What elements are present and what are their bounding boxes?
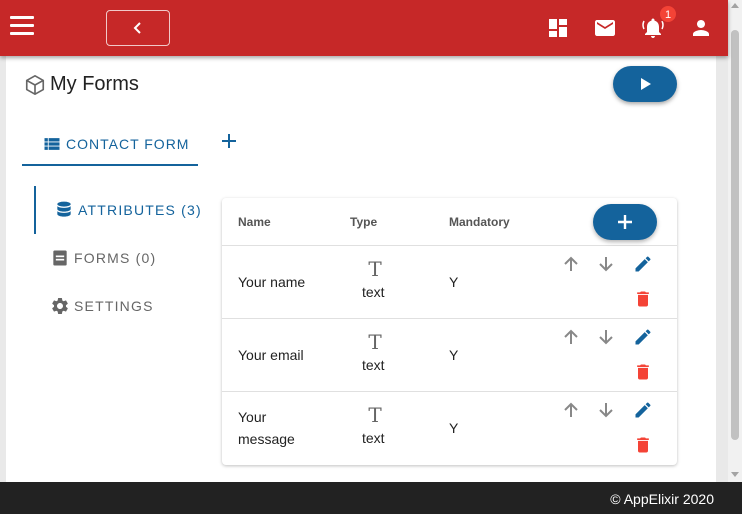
delete-button[interactable] bbox=[631, 360, 655, 384]
text-type-icon: T bbox=[368, 330, 382, 354]
edit-button[interactable] bbox=[631, 252, 655, 276]
side-item-attributes[interactable]: ATTRIBUTES (3) bbox=[34, 186, 204, 234]
cube-icon bbox=[25, 74, 45, 95]
table-header: Name Type Mandatory bbox=[222, 198, 677, 246]
menu-icon[interactable] bbox=[10, 16, 34, 38]
arrow-down-icon bbox=[599, 403, 613, 418]
attribute-name: Your name bbox=[238, 274, 306, 290]
form-icon bbox=[53, 250, 67, 266]
delete-icon bbox=[637, 291, 649, 307]
add-tab-button[interactable] bbox=[218, 130, 240, 152]
attributes-table: Name Type Mandatory Your name T text Y Y… bbox=[222, 198, 677, 465]
attribute-mandatory: Y bbox=[449, 347, 459, 363]
attribute-name: Your message bbox=[238, 409, 295, 447]
arrow-down-icon bbox=[599, 330, 613, 345]
side-item-forms[interactable]: FORMS (0) bbox=[34, 234, 204, 282]
attribute-type: text bbox=[362, 357, 385, 373]
plus-icon bbox=[618, 215, 632, 229]
move-up-button[interactable] bbox=[559, 252, 583, 276]
table-row: Your name T text Y bbox=[222, 246, 677, 319]
tab-contact-form[interactable]: CONTACT FORM bbox=[22, 124, 198, 166]
table-row: Your email T text Y bbox=[222, 319, 677, 392]
edit-icon bbox=[635, 329, 651, 345]
database-icon bbox=[57, 201, 71, 217]
app-bar: 1 bbox=[0, 0, 728, 56]
edit-button[interactable] bbox=[631, 398, 655, 422]
dashboard-icon[interactable] bbox=[546, 16, 570, 40]
mail-icon[interactable] bbox=[593, 16, 617, 40]
move-down-button[interactable] bbox=[594, 252, 618, 276]
edit-icon bbox=[635, 402, 651, 418]
page-scrollbar[interactable] bbox=[728, 0, 742, 482]
arrow-up-icon bbox=[564, 256, 578, 271]
delete-icon bbox=[637, 364, 649, 380]
delete-button[interactable] bbox=[631, 433, 655, 457]
table-row: Your message T text Y bbox=[222, 392, 677, 465]
tab-label: CONTACT FORM bbox=[66, 136, 190, 152]
list-icon bbox=[44, 138, 60, 150]
plus-icon bbox=[222, 134, 236, 148]
play-icon bbox=[641, 78, 651, 90]
side-item-settings[interactable]: SETTINGS bbox=[34, 282, 204, 330]
attribute-mandatory: Y bbox=[449, 420, 459, 436]
attribute-mandatory: Y bbox=[449, 274, 459, 290]
person-icon[interactable] bbox=[689, 16, 713, 40]
text-type-icon: T bbox=[368, 257, 382, 281]
side-item-label: FORMS (0) bbox=[74, 250, 157, 266]
page-title: My Forms bbox=[50, 73, 139, 95]
copyright-text: © AppElixir 2020 bbox=[610, 491, 714, 507]
side-item-label: ATTRIBUTES (3) bbox=[78, 202, 202, 218]
edit-button[interactable] bbox=[631, 325, 655, 349]
page-header: My Forms bbox=[24, 73, 139, 96]
arrow-up-icon bbox=[564, 329, 578, 344]
attribute-type: text bbox=[362, 430, 385, 446]
add-attribute-button[interactable] bbox=[593, 204, 657, 240]
footer: © AppElixir 2020 bbox=[0, 482, 742, 514]
arrow-up-icon bbox=[564, 402, 578, 417]
move-down-button[interactable] bbox=[594, 398, 618, 422]
attribute-type: text bbox=[362, 284, 385, 300]
run-button[interactable] bbox=[613, 66, 677, 102]
move-up-button[interactable] bbox=[559, 325, 583, 349]
notification-badge: 1 bbox=[659, 5, 677, 23]
attribute-name: Your email bbox=[238, 347, 304, 363]
scroll-down-icon[interactable] bbox=[731, 472, 739, 477]
arrow-down-icon bbox=[599, 257, 613, 272]
gear-icon bbox=[52, 297, 68, 314]
delete-icon bbox=[637, 437, 649, 453]
scroll-up-icon[interactable] bbox=[731, 3, 739, 8]
column-header-type: Type bbox=[350, 215, 378, 229]
edit-icon bbox=[635, 256, 651, 272]
scroll-thumb[interactable] bbox=[731, 30, 739, 440]
chevron-left-icon bbox=[133, 22, 141, 34]
text-type-icon: T bbox=[368, 403, 382, 427]
column-header-mandatory: Mandatory bbox=[449, 215, 510, 229]
move-down-button[interactable] bbox=[594, 325, 618, 349]
column-header-name: Name bbox=[238, 215, 271, 229]
main-content: My Forms CONTACT FORM ATTRIBUTES (3) FOR… bbox=[6, 56, 716, 482]
side-item-label: SETTINGS bbox=[74, 298, 154, 314]
move-up-button[interactable] bbox=[559, 398, 583, 422]
back-button[interactable] bbox=[106, 10, 170, 46]
side-nav: ATTRIBUTES (3) FORMS (0) SETTINGS bbox=[34, 186, 204, 330]
delete-button[interactable] bbox=[631, 287, 655, 311]
